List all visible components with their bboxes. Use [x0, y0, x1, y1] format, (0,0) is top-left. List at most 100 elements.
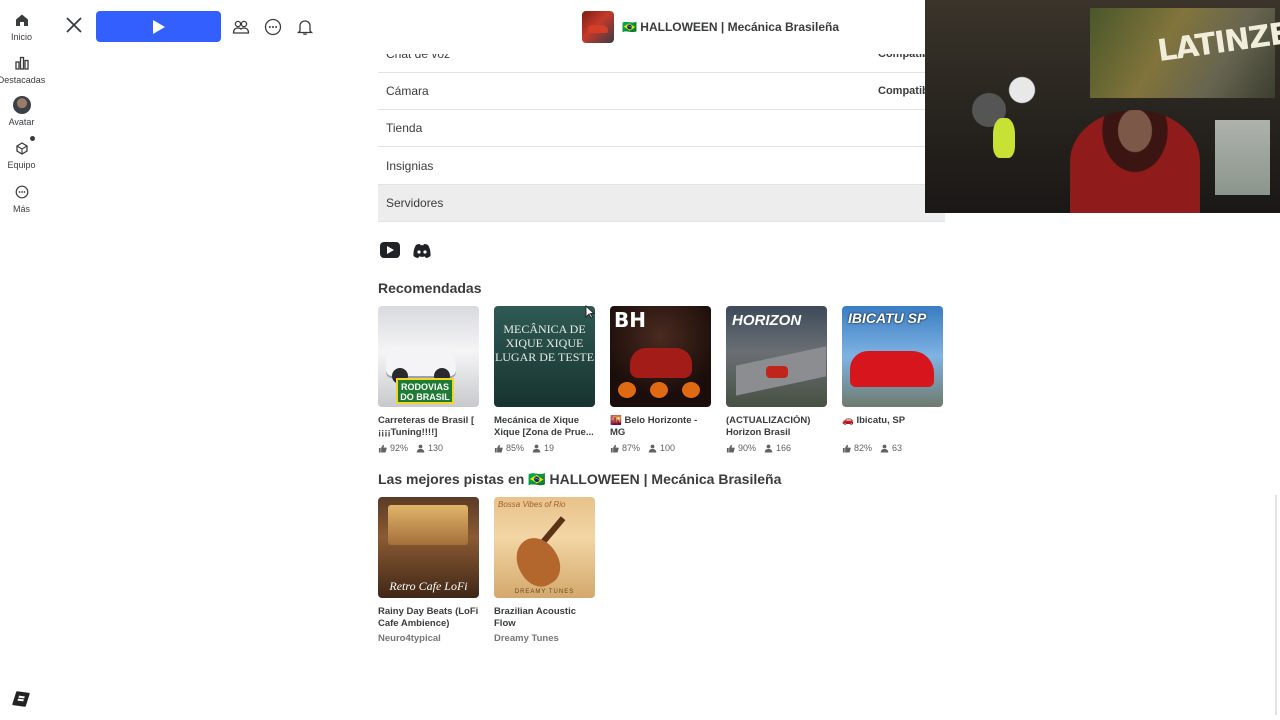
track-thumbnail: Retro Cafe LoFi [378, 497, 479, 598]
game-title: 🇧🇷 HALLOWEEN | Mecánica Brasileña [622, 20, 840, 34]
roblox-logo-icon[interactable] [12, 691, 30, 707]
sidebar-item-label: Avatar [8, 117, 35, 127]
notification-bell-icon[interactable] [295, 17, 315, 37]
home-icon [13, 11, 31, 29]
guitar-icon [508, 530, 568, 594]
player-count: 130 [428, 443, 444, 453]
game-thumbnail: BH [610, 306, 711, 407]
thumb-footer-text: DREAMY TUNES [514, 589, 575, 595]
thumbs-up-icon [378, 444, 387, 453]
chart-icon [13, 54, 31, 72]
player-count: 63 [892, 443, 903, 453]
game-card-title: Carreteras de Brasil [ ¡¡¡¡Tuning!!!!] [378, 415, 475, 438]
game-card-title: 🌇 Belo Horizonte - MG [610, 415, 698, 438]
info-row-servers[interactable]: Servidores [378, 185, 945, 222]
sidebar-item-label: Equipo [7, 160, 36, 170]
track-title: Brazilian Acoustic Flow [494, 606, 577, 629]
rating-value: 87% [622, 443, 641, 453]
game-card[interactable]: IBICATU SP 🚗 Ibicatu, SP 82% 63 [842, 306, 943, 453]
thumb-logo-text: MECÂNICA DE XIQUE XIQUE LUGAR DE TESTE [494, 322, 595, 364]
sidebar-item-label: Destacadas [0, 75, 46, 85]
thumb-logo-text: Retro Cafe LoFi [389, 579, 468, 593]
thumb-car [850, 351, 934, 387]
streamer-image [1070, 110, 1200, 213]
game-thumbnail [582, 11, 614, 43]
left-sidebar: Inicio Destacadas Avatar Equipo Más [0, 0, 46, 720]
pc-case-image [1215, 120, 1270, 195]
sidebar-item-inventory[interactable]: Equipo [0, 136, 43, 170]
mouse-cursor-icon [585, 305, 595, 319]
thumbs-up-icon [842, 444, 851, 453]
plush-toy-image [993, 118, 1015, 158]
sidebar-item-more[interactable]: Más [0, 183, 43, 214]
players-icon [764, 444, 773, 453]
track-card[interactable]: Retro Cafe LoFi Rainy Day Beats (LoFi Ca… [378, 497, 479, 644]
rating-value: 85% [506, 443, 525, 453]
info-row-badges[interactable]: Insignias [378, 148, 945, 185]
rating-value: 82% [854, 443, 873, 453]
sidebar-item-label: Inicio [10, 32, 32, 42]
info-row-camera: Cámara Compatib [378, 73, 945, 110]
rating-value: 92% [390, 443, 409, 453]
players-icon [880, 444, 889, 453]
info-row-store[interactable]: Tienda [378, 110, 945, 147]
game-card-stats: 92% 130 [378, 443, 479, 453]
current-game-chip[interactable]: 🇧🇷 HALLOWEEN | Mecánica Brasileña [582, 11, 839, 43]
thumbs-up-icon [610, 444, 619, 453]
scrollbar[interactable] [1275, 495, 1277, 715]
pumpkin-icon [650, 382, 668, 398]
thumb-logo-text: HORIZON [732, 312, 802, 329]
sidebar-item-label: Más [12, 204, 30, 214]
player-count: 100 [660, 443, 676, 453]
discord-icon[interactable] [412, 243, 432, 259]
thumb-car [766, 366, 788, 378]
player-count: 166 [776, 443, 792, 453]
info-row-label: Tienda [386, 121, 423, 135]
players-icon [648, 444, 657, 453]
sidebar-item-home[interactable]: Inicio [0, 11, 43, 42]
app-root: Inicio Destacadas Avatar Equipo Más Chat… [0, 0, 1280, 720]
info-row-label: Insignias [386, 159, 434, 173]
track-artist: Dreamy Tunes [494, 633, 559, 644]
close-icon[interactable] [63, 14, 85, 36]
play-button[interactable] [96, 11, 221, 42]
game-card[interactable]: MECÂNICA DE XIQUE XIQUE LUGAR DE TESTE M… [494, 306, 595, 453]
game-card-stats: 82% 63 [842, 443, 943, 453]
avatar-icon [12, 96, 31, 114]
info-row-label: Cámara [386, 84, 429, 98]
notification-dot [29, 136, 35, 141]
pumpkin-icon [618, 382, 636, 398]
game-card[interactable]: BH 🌇 Belo Horizonte - MG 87% 100 [610, 306, 711, 453]
game-card-title: (ACTUALIZACIÓN) Horizon Brasil [726, 415, 811, 438]
game-thumbnail: RODOVIAS DO BRASIL [378, 306, 479, 407]
game-card-title: Mecánica de Xique Xique [Zona de Prue... [494, 415, 594, 438]
thumbs-up-icon [726, 444, 735, 453]
chat-icon[interactable] [263, 17, 283, 37]
track-title: Rainy Day Beats (LoFi Cafe Ambience) [378, 606, 479, 629]
game-card[interactable]: RODOVIAS DO BRASIL Carreteras de Brasil … [378, 306, 479, 453]
recommended-title: Recomendadas [378, 280, 482, 296]
thumb-logo-text: Bossa Vibes of Rio [498, 500, 566, 509]
play-icon [152, 19, 165, 34]
track-card[interactable]: Bossa Vibes of Rio DREAMY TUNES Brazilia… [494, 497, 595, 644]
track-artist: Neuro4typical [378, 633, 441, 644]
thumb-logo-text: IBICATU SP [848, 310, 927, 326]
game-thumbnail: HORIZON [726, 306, 827, 407]
youtube-icon[interactable] [380, 242, 400, 258]
more-icon [13, 183, 31, 201]
rating-value: 90% [738, 443, 757, 453]
game-card[interactable]: HORIZON (ACTUALIZACIÓN) Horizon Brasil 9… [726, 306, 827, 453]
info-row-label: Servidores [386, 196, 444, 210]
thumbs-up-icon [494, 444, 503, 453]
thumb-logo-text: RODOVIAS DO BRASIL [396, 378, 454, 404]
party-icon[interactable] [231, 17, 251, 37]
thumb-window [388, 505, 468, 545]
sidebar-item-avatar[interactable]: Avatar [0, 96, 43, 127]
sidebar-item-charts[interactable]: Destacadas [0, 54, 46, 85]
thumb-logo-text: BH [614, 308, 646, 332]
top-bar: 🇧🇷 HALLOWEEN | Mecánica Brasileña [43, 0, 925, 54]
game-thumbnail: MECÂNICA DE XIQUE XIQUE LUGAR DE TESTE [494, 306, 595, 407]
thumb-car [630, 348, 692, 378]
webcam-overlay: LATINZERA [925, 0, 1280, 213]
player-count: 19 [544, 443, 555, 453]
